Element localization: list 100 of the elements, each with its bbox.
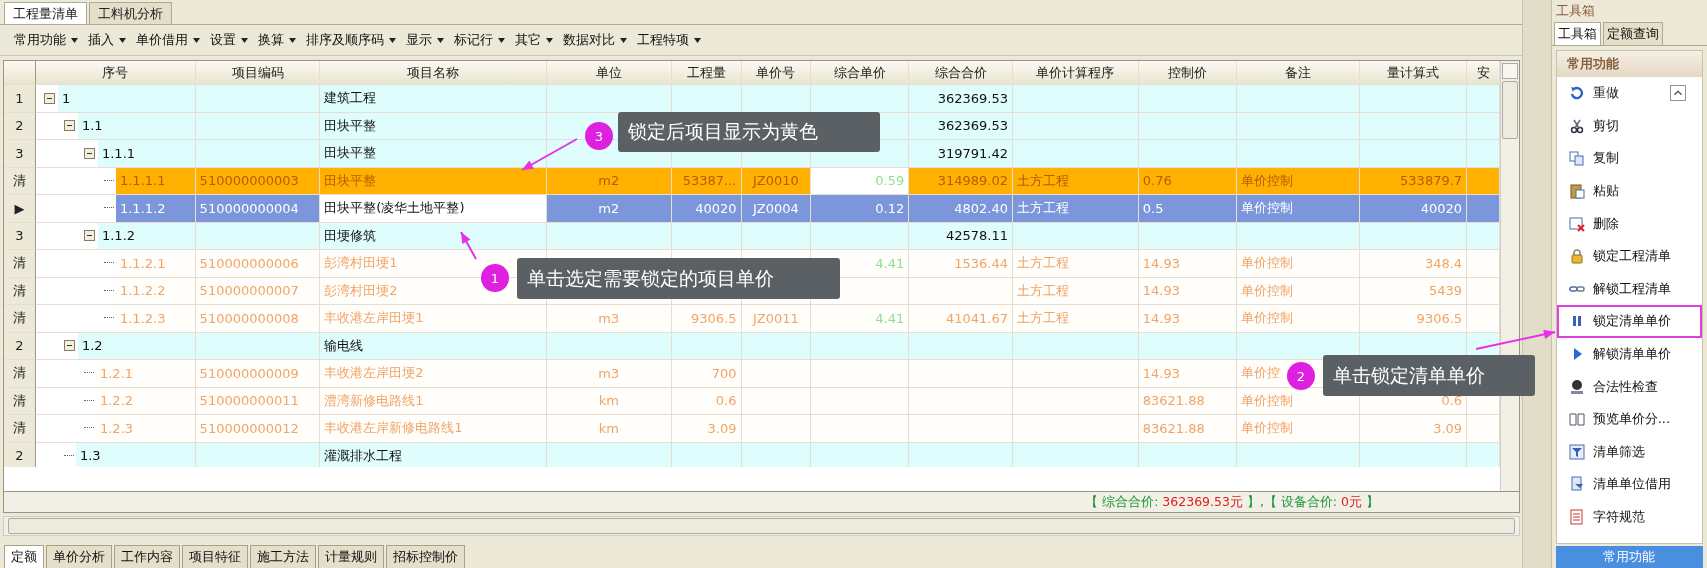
splitter[interactable] bbox=[1522, 0, 1552, 568]
section-header[interactable]: 常用功能 bbox=[1556, 51, 1702, 77]
row-header[interactable]: 清 bbox=[4, 167, 36, 195]
table-cell: 9306.5 bbox=[671, 305, 742, 333]
tool-item[interactable]: 解锁工程清单 bbox=[1556, 272, 1702, 306]
tool-item[interactable]: 删除 bbox=[1556, 207, 1702, 240]
toolbar-menu[interactable]: 单价借用 bbox=[136, 31, 200, 49]
table-cell: JZ0011 bbox=[741, 305, 812, 333]
table-cell: m2 bbox=[546, 195, 672, 223]
tab[interactable]: 项目特征 bbox=[182, 545, 248, 568]
tool-item[interactable]: 合法性检查 bbox=[1556, 370, 1702, 403]
table-cell: 0.76 bbox=[1138, 167, 1237, 195]
collapse-icon[interactable] bbox=[63, 340, 75, 352]
table-cell: 1.1.2.2 bbox=[115, 277, 195, 304]
row-header[interactable]: 清 bbox=[4, 387, 36, 415]
collapse-icon[interactable] bbox=[83, 147, 95, 159]
tool-item[interactable]: 剪切 bbox=[1556, 109, 1702, 143]
tool-item[interactable]: 解锁清单单价 bbox=[1556, 337, 1702, 371]
collapse-icon[interactable] bbox=[83, 230, 95, 242]
table-cell: 1.1.1.2 bbox=[115, 195, 195, 222]
toolbar-menu[interactable]: 其它 bbox=[515, 31, 553, 49]
tab[interactable]: 工作内容 bbox=[114, 545, 180, 568]
caret-icon bbox=[620, 37, 627, 43]
column-header[interactable]: 备注 bbox=[1236, 61, 1361, 85]
column-header[interactable]: 单价计算程序 bbox=[1013, 61, 1139, 85]
table-cell: 澧湾新修电路线1 bbox=[320, 387, 547, 415]
table-cell: 1536.44 bbox=[909, 250, 1013, 278]
horizontal-scrollbar[interactable] bbox=[3, 516, 1520, 536]
tab[interactable]: 施工方法 bbox=[250, 545, 316, 568]
tool-item[interactable]: 复制 bbox=[1556, 142, 1702, 175]
row-header[interactable]: 2 bbox=[4, 442, 36, 467]
tool-item[interactable]: 字符规范 bbox=[1556, 500, 1702, 534]
column-header[interactable]: 综合合价 bbox=[909, 61, 1013, 85]
row-header[interactable]: 2 bbox=[4, 112, 36, 140]
column-header[interactable]: 综合单价 bbox=[811, 61, 910, 85]
toolbar-menu[interactable]: 显示 bbox=[406, 31, 444, 49]
column-header[interactable]: 单位 bbox=[546, 61, 672, 85]
toolbar-menu[interactable]: 设置 bbox=[210, 31, 248, 49]
row-header[interactable]: 清 bbox=[4, 360, 36, 388]
tool-item[interactable]: 清单单位借用 bbox=[1556, 468, 1702, 501]
row-header[interactable]: ▶ bbox=[4, 195, 36, 223]
row-header[interactable]: 清 bbox=[4, 277, 36, 305]
tab[interactable]: 定额查询 bbox=[1602, 22, 1663, 45]
row-header[interactable]: 3 bbox=[4, 140, 36, 168]
tool-item[interactable]: 锁定工程清单 bbox=[1556, 239, 1702, 273]
table-cell: 3.09 bbox=[1360, 415, 1468, 443]
table-cell: 田块平整(凌华土地平整) bbox=[320, 195, 547, 223]
table-cell: 510000000009 bbox=[195, 360, 321, 388]
tab[interactable]: 工具箱 bbox=[1553, 22, 1601, 45]
row-header[interactable]: 3 bbox=[4, 222, 36, 250]
tab[interactable]: 招标控制价 bbox=[386, 545, 465, 568]
row-header[interactable]: 清 bbox=[4, 415, 36, 443]
caret-icon bbox=[193, 37, 200, 43]
table-cell bbox=[1467, 277, 1501, 305]
tab[interactable]: 单价分析 bbox=[46, 545, 112, 568]
column-header[interactable]: 序号 bbox=[35, 61, 196, 85]
row-header[interactable]: 清 bbox=[4, 305, 36, 333]
caret-icon bbox=[289, 37, 296, 43]
toolbar-menu[interactable]: 换算 bbox=[258, 31, 296, 49]
table-cell: 1.1.1 bbox=[97, 140, 195, 167]
tool-item[interactable]: 清单筛选 bbox=[1556, 435, 1702, 469]
tool-item[interactable]: 预览单价分... bbox=[1556, 402, 1702, 436]
row-header[interactable]: 2 bbox=[4, 332, 36, 360]
column-header[interactable]: 单价号 bbox=[741, 61, 812, 85]
toolbar-menu[interactable]: 标记行 bbox=[454, 31, 505, 49]
column-header[interactable]: 项目名称 bbox=[320, 61, 547, 85]
table-cell: 14.93 bbox=[1138, 360, 1237, 388]
tool-item[interactable]: 粘贴 bbox=[1556, 174, 1702, 208]
column-header[interactable]: 安 bbox=[1467, 61, 1501, 85]
table-cell: 83621.88 bbox=[1138, 415, 1237, 443]
toolbar-menu[interactable]: 工程特项 bbox=[637, 31, 701, 49]
corner-cell[interactable] bbox=[4, 61, 36, 85]
column-header[interactable]: 量计算式 bbox=[1360, 61, 1468, 85]
row-header[interactable]: 清 bbox=[4, 250, 36, 278]
column-header[interactable]: 工程量 bbox=[671, 61, 742, 85]
collapse-icon[interactable] bbox=[43, 92, 55, 104]
table-cell: 362369.53 bbox=[909, 112, 1013, 140]
table-cell: 1.1.2.1 bbox=[115, 250, 195, 277]
delete-icon bbox=[1568, 215, 1585, 232]
tab[interactable]: 工程量清单 bbox=[4, 2, 87, 24]
toolbar-menu[interactable]: 排序及顺序码 bbox=[306, 31, 396, 49]
collapse-icon[interactable] bbox=[63, 120, 75, 132]
tab[interactable]: 计量规则 bbox=[318, 545, 384, 568]
table-cell: 丰收港左岸新修电路线1 bbox=[320, 415, 547, 443]
table-cell bbox=[1467, 112, 1501, 140]
table-cell bbox=[1467, 195, 1501, 223]
toolbar-menu[interactable]: 常用功能 bbox=[14, 31, 78, 49]
toolbar-menu[interactable]: 数据对比 bbox=[563, 31, 627, 49]
tab[interactable]: 工料机分析 bbox=[89, 2, 172, 24]
row-header[interactable]: 1 bbox=[4, 85, 36, 113]
tool-item[interactable]: 重做 bbox=[1556, 77, 1702, 110]
tab[interactable]: 定额 bbox=[4, 545, 44, 568]
table-cell bbox=[741, 415, 812, 443]
toolbar-menu[interactable]: 插入 bbox=[88, 31, 126, 49]
tool-item[interactable]: 锁定清单单价 bbox=[1556, 305, 1702, 338]
column-header[interactable]: 项目编码 bbox=[195, 61, 321, 85]
table-cell: 4.41 bbox=[811, 305, 910, 333]
table-cell: JZ0004 bbox=[741, 195, 812, 223]
column-header[interactable]: 控制价 bbox=[1138, 61, 1237, 85]
table-cell: 319791.42 bbox=[909, 140, 1013, 168]
